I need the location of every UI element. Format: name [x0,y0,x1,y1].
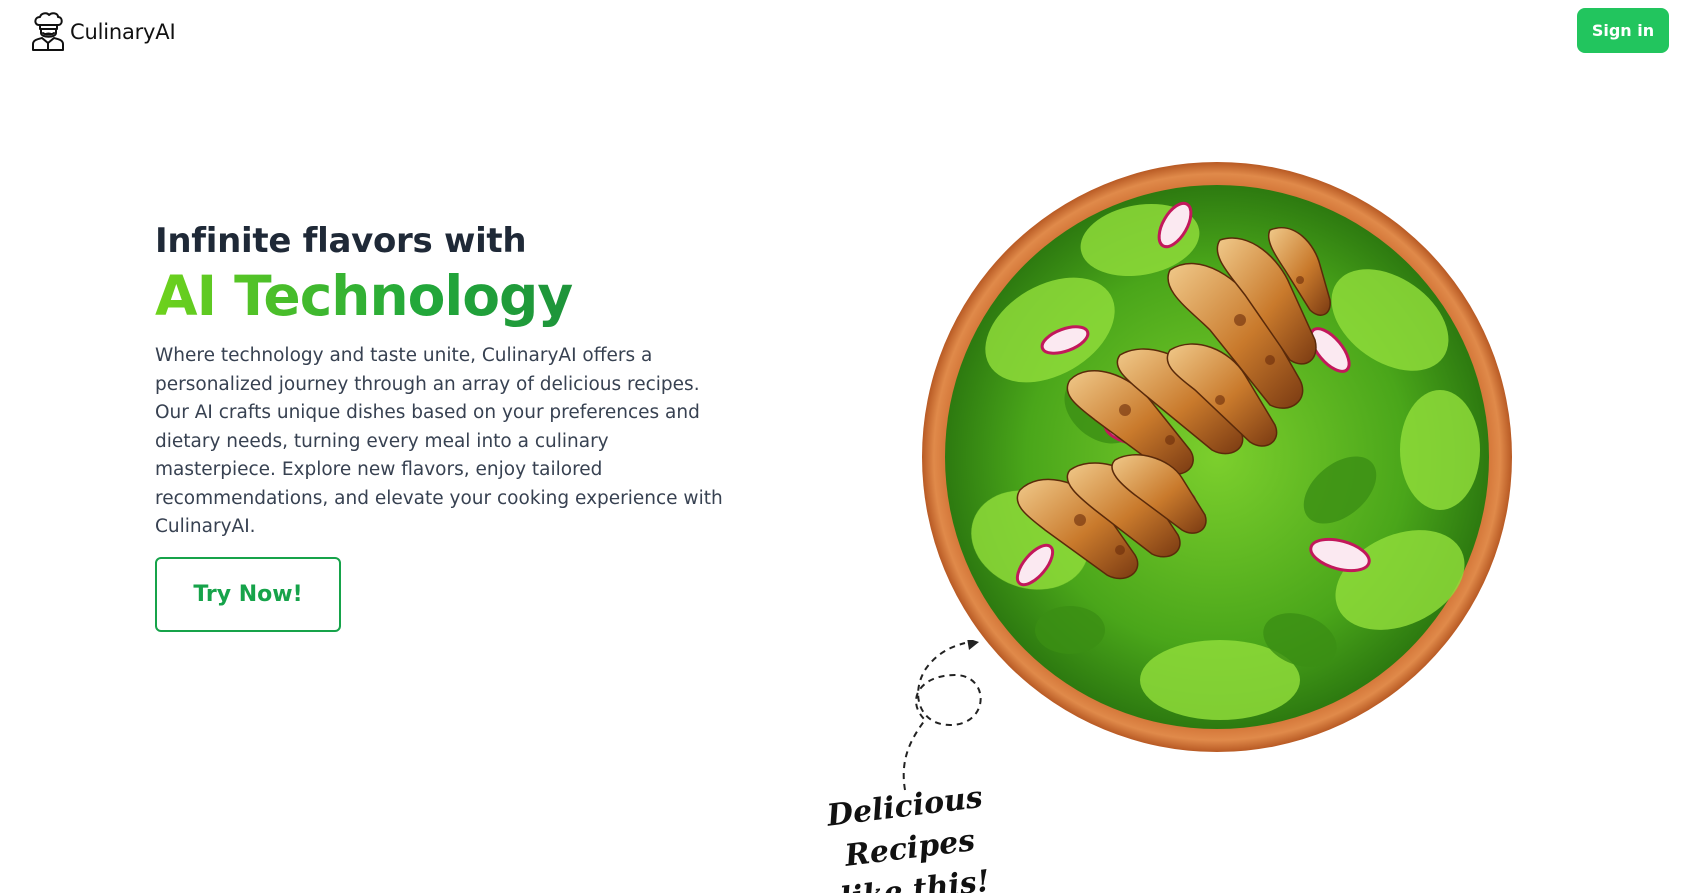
hero-title: Infinite flavors with [155,221,527,261]
chef-icon [30,12,66,52]
hero-description: Where technology and taste unite, Culina… [155,345,723,537]
try-now-button[interactable]: Try Now! [155,557,341,632]
logo-link[interactable]: CulinaryAI [30,12,176,52]
hero-highlight-title: AI Technology [155,262,735,330]
hero-section: Infinite flavors with AI Technology Wher… [155,220,735,542]
sign-in-button[interactable]: Sign in [1577,8,1669,53]
landing-page: CulinaryAI Sign in Infinite flavors with… [0,0,1691,893]
logo-text: CulinaryAI [70,20,176,44]
annotation-text: Delicious Recipes like this! [793,773,1027,893]
